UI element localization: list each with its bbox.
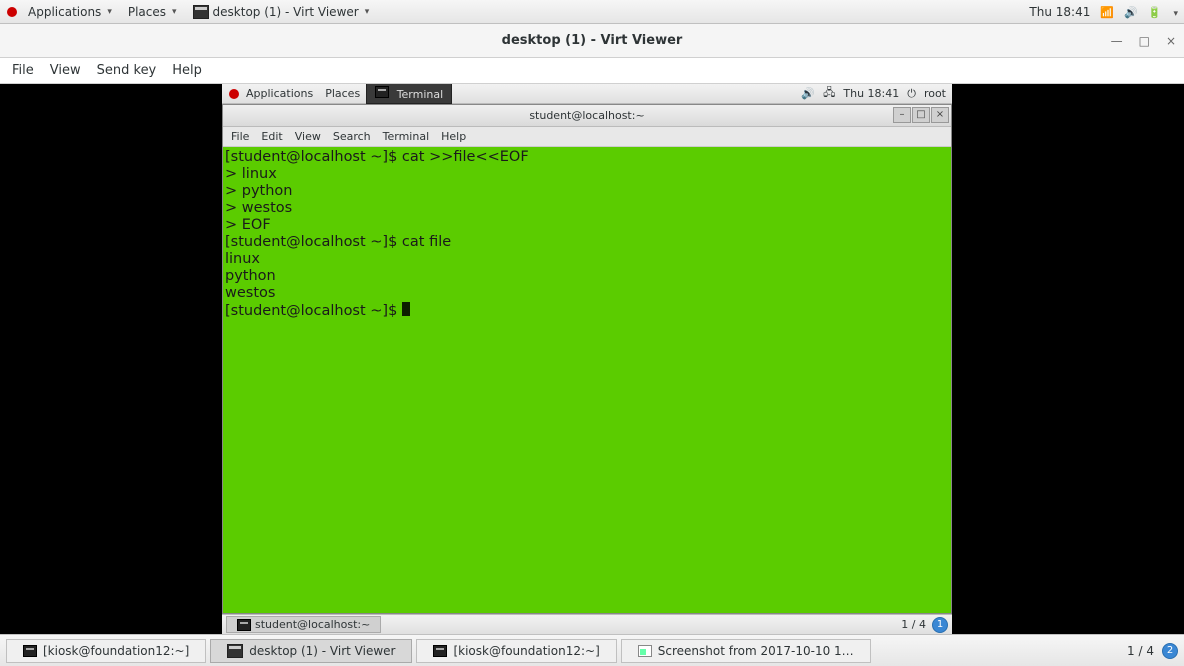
- task-label: desktop (1) - Virt Viewer: [249, 644, 395, 658]
- virt-viewer-window: desktop (1) - Virt Viewer — □ × File Vie…: [0, 24, 1184, 634]
- terminal-minimize-button[interactable]: –: [893, 107, 911, 123]
- terminal-maximize-button[interactable]: □: [912, 107, 930, 123]
- inner-workspace-indicator[interactable]: 1 / 4: [901, 618, 926, 631]
- task-label: [kiosk@foundation12:~]: [43, 644, 189, 658]
- minimize-button[interactable]: —: [1111, 34, 1123, 48]
- inner-places-menu[interactable]: Places: [319, 85, 366, 102]
- virt-titlebar[interactable]: desktop (1) - Virt Viewer — □ ×: [0, 24, 1184, 58]
- inner-redhat-icon: [228, 88, 240, 100]
- virt-menubar: File View Send key Help: [0, 58, 1184, 84]
- terminal-window: student@localhost:~ – □ × File Edit View…: [222, 104, 952, 614]
- outer-top-right: Thu 18:41: [1029, 5, 1178, 19]
- outer-bottom-right: 1 / 4 2: [1127, 643, 1178, 659]
- terminal-body[interactable]: [student@localhost ~]$ cat >>file<<EOF >…: [223, 147, 951, 613]
- terminal-menu-terminal[interactable]: Terminal: [383, 130, 430, 143]
- battery-icon[interactable]: [1148, 5, 1162, 19]
- inner-power-icon[interactable]: [907, 87, 916, 101]
- outer-top-left: Applications Places desktop (1) - Virt V…: [6, 3, 375, 21]
- taskbar-item-kiosk1[interactable]: [kiosk@foundation12:~]: [6, 639, 206, 663]
- window-icon: [227, 644, 243, 658]
- window-icon: [193, 5, 209, 19]
- inner-active-task-label: Terminal: [397, 88, 444, 101]
- terminal-icon: [237, 619, 251, 631]
- virt-title: desktop (1) - Virt Viewer: [502, 33, 683, 48]
- inner-active-task[interactable]: Terminal: [366, 84, 452, 104]
- terminal-icon: [375, 86, 389, 98]
- terminal-menu-view[interactable]: View: [295, 130, 321, 143]
- terminal-menubar: File Edit View Search Terminal Help: [223, 127, 951, 147]
- active-window-label: desktop (1) - Virt Viewer: [213, 5, 359, 19]
- outer-bottom-panel: [kiosk@foundation12:~] desktop (1) - Vir…: [0, 634, 1184, 666]
- virt-display[interactable]: Applications Places Terminal Thu 18:41 r…: [0, 84, 1184, 634]
- workspace-badge[interactable]: 2: [1162, 643, 1178, 659]
- taskbar-item-kiosk2[interactable]: [kiosk@foundation12:~]: [416, 639, 616, 663]
- task-label: [kiosk@foundation12:~]: [453, 644, 599, 658]
- terminal-icon: [433, 645, 447, 657]
- virt-menu-sendkey[interactable]: Send key: [95, 61, 159, 80]
- inner-clock[interactable]: Thu 18:41: [843, 87, 899, 100]
- terminal-content: [student@localhost ~]$ cat >>file<<EOF >…: [225, 149, 529, 319]
- taskbar-item-virtviewer[interactable]: desktop (1) - Virt Viewer: [210, 639, 412, 663]
- places-menu[interactable]: Places: [122, 3, 183, 21]
- taskbar-item-screenshot[interactable]: Screenshot from 2017-10-10 1…: [621, 639, 871, 663]
- image-icon: [638, 645, 652, 657]
- close-button[interactable]: ×: [1166, 34, 1176, 48]
- volume-icon[interactable]: [1124, 5, 1138, 19]
- virt-menu-file[interactable]: File: [10, 61, 36, 80]
- terminal-cursor: [402, 302, 410, 316]
- wifi-icon[interactable]: [1100, 5, 1114, 19]
- inner-user[interactable]: root: [924, 87, 946, 100]
- task-label: Screenshot from 2017-10-10 1…: [658, 644, 854, 658]
- terminal-window-controls: – □ ×: [893, 107, 949, 123]
- workspace-indicator[interactable]: 1 / 4: [1127, 644, 1154, 658]
- applications-menu[interactable]: Applications: [22, 3, 118, 21]
- outer-top-panel: Applications Places desktop (1) - Virt V…: [0, 0, 1184, 24]
- virt-window-controls: — □ ×: [1111, 24, 1176, 57]
- inner-applications-menu[interactable]: Applications: [240, 85, 319, 102]
- terminal-menu-search[interactable]: Search: [333, 130, 371, 143]
- terminal-menu-help[interactable]: Help: [441, 130, 466, 143]
- inner-volume-icon[interactable]: [801, 87, 815, 100]
- system-menu[interactable]: [1171, 5, 1178, 19]
- terminal-titlebar[interactable]: student@localhost:~ – □ ×: [223, 105, 951, 127]
- active-window-menu[interactable]: desktop (1) - Virt Viewer: [187, 3, 376, 21]
- clock[interactable]: Thu 18:41: [1029, 5, 1090, 19]
- terminal-icon: [23, 645, 37, 657]
- inner-bottom-panel: student@localhost:~ 1 / 4 1: [222, 614, 952, 634]
- inner-workspace-badge[interactable]: 1: [932, 617, 948, 633]
- redhat-icon: [6, 6, 18, 18]
- virt-menu-view[interactable]: View: [48, 61, 83, 80]
- terminal-menu-edit[interactable]: Edit: [261, 130, 282, 143]
- inner-taskbar-item[interactable]: student@localhost:~: [226, 616, 381, 633]
- inner-top-panel: Applications Places Terminal Thu 18:41 r…: [222, 84, 952, 104]
- maximize-button[interactable]: □: [1139, 34, 1150, 48]
- terminal-menu-file[interactable]: File: [231, 130, 249, 143]
- inner-top-right: Thu 18:41 root: [801, 84, 946, 103]
- inner-task-label: student@localhost:~: [255, 618, 370, 631]
- terminal-close-button[interactable]: ×: [931, 107, 949, 123]
- terminal-title: student@localhost:~: [529, 109, 644, 122]
- inner-network-icon[interactable]: [823, 84, 835, 103]
- inner-bottom-right: 1 / 4 1: [901, 617, 948, 633]
- virt-menu-help[interactable]: Help: [170, 61, 204, 80]
